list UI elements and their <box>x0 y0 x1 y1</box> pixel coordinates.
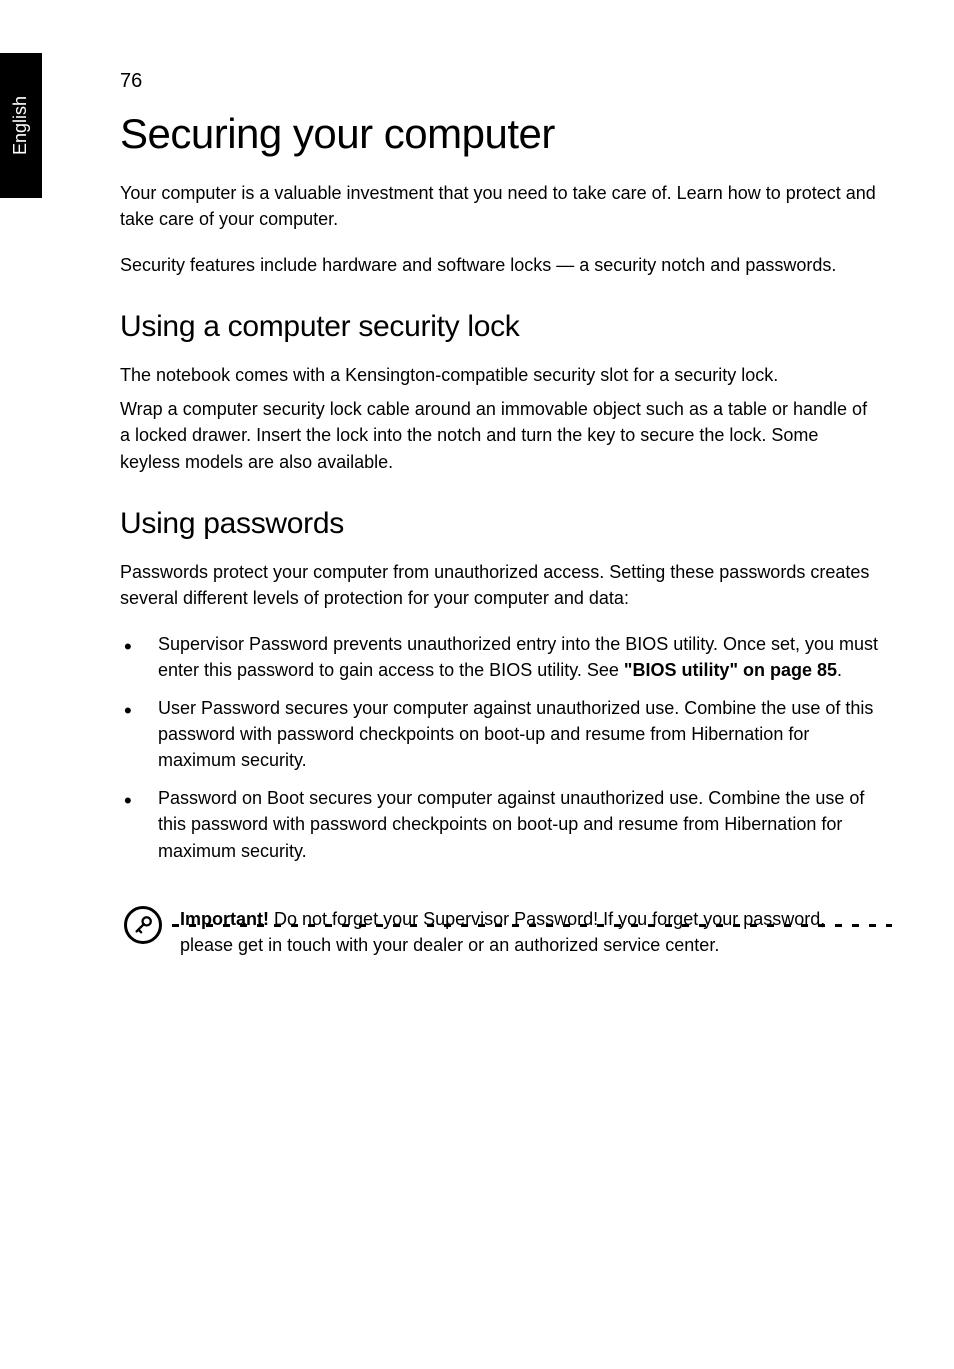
page-number: 76 <box>120 70 142 93</box>
dotted-separator <box>172 924 892 927</box>
bullet-text-suffix: . <box>837 660 842 680</box>
security-lock-para-1: The notebook comes with a Kensington-com… <box>120 362 880 388</box>
bullet-supervisor-password: Supervisor Password prevents unauthorize… <box>120 631 880 683</box>
main-content: Securing your computer Your computer is … <box>120 110 880 958</box>
language-label: English <box>11 96 32 155</box>
language-side-tab: English <box>0 53 42 198</box>
key-icon <box>132 914 154 936</box>
bios-utility-link[interactable]: "BIOS utility" on page 85 <box>624 660 837 680</box>
bullet-user-password: User Password secures your computer agai… <box>120 695 880 773</box>
important-note-block: Important! Do not forget your Supervisor… <box>124 906 880 958</box>
section-heading-passwords: Using passwords <box>120 507 880 541</box>
security-lock-para-2: Wrap a computer security lock cable arou… <box>120 396 880 474</box>
intro-paragraph-1: Your computer is a valuable investment t… <box>120 180 880 232</box>
intro-paragraph-2: Security features include hardware and s… <box>120 252 880 278</box>
important-note-text: Important! Do not forget your Supervisor… <box>180 906 880 958</box>
bullet-password-on-boot: Password on Boot secures your computer a… <box>120 785 880 863</box>
password-bullet-list: Supervisor Password prevents unauthorize… <box>120 631 880 864</box>
important-body: Do not forget your Supervisor Password! … <box>180 909 825 955</box>
section-heading-security-lock: Using a computer security lock <box>120 310 880 344</box>
passwords-intro: Passwords protect your computer from una… <box>120 559 880 611</box>
important-icon <box>124 906 162 944</box>
page-title: Securing your computer <box>120 110 880 158</box>
